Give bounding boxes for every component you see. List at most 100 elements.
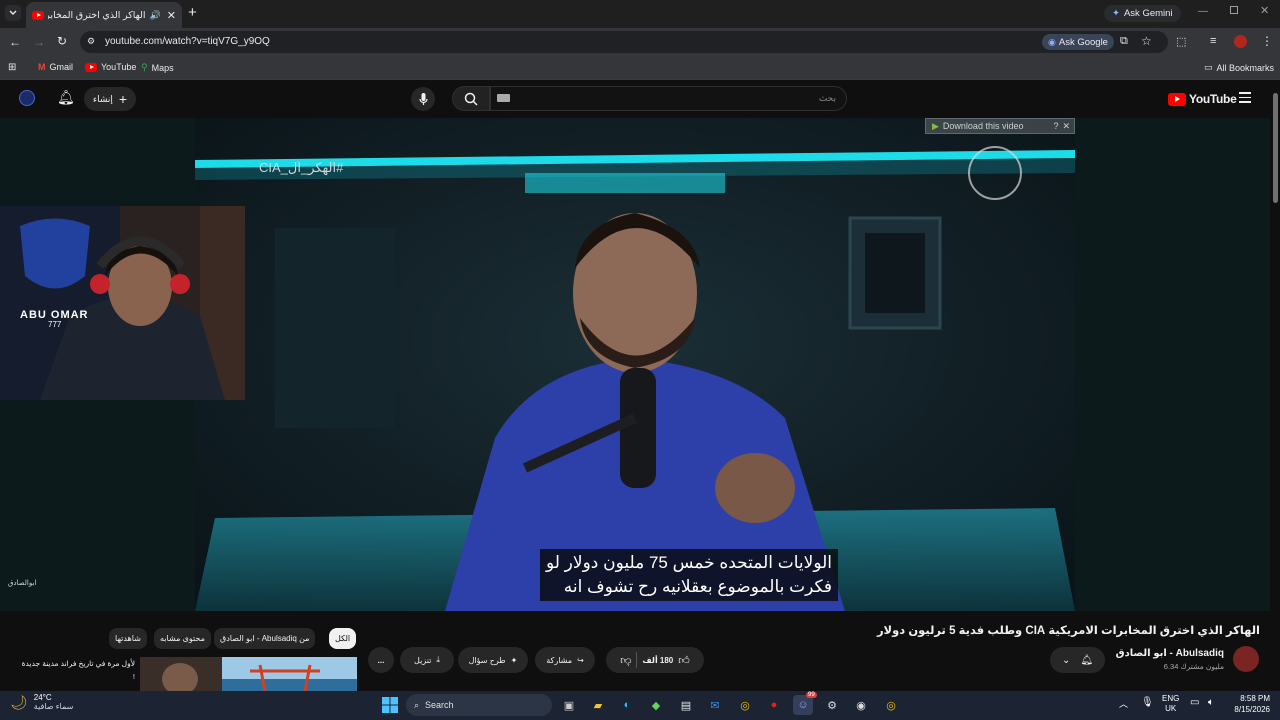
keyboard-icon[interactable] bbox=[497, 94, 510, 102]
account-avatar[interactable] bbox=[19, 90, 35, 106]
bookmark-youtube[interactable]: YouTube bbox=[85, 62, 136, 72]
close-window-button[interactable]: ✕ bbox=[1260, 4, 1269, 17]
maximize-button[interactable] bbox=[1230, 6, 1238, 14]
notifications-bell-icon[interactable]: 🔔︎ bbox=[57, 89, 75, 106]
url-text[interactable]: youtube.com/watch?v=tiqV7G_y9OQ bbox=[105, 36, 270, 47]
clock[interactable]: 8:58 PM 8/15/2026 bbox=[1225, 693, 1270, 715]
menu-kebab-icon[interactable]: ⋮ bbox=[1261, 34, 1273, 48]
help-icon[interactable]: ? bbox=[1053, 121, 1058, 131]
mail-icon[interactable]: ✉ bbox=[705, 695, 725, 715]
subscribe-bell-button[interactable]: ⌄ 🔔︎ bbox=[1050, 647, 1105, 673]
plus-icon: + bbox=[118, 91, 128, 107]
minimize-button[interactable]: — bbox=[1198, 6, 1208, 17]
youtube-icon bbox=[85, 62, 97, 72]
page-scrollbar[interactable] bbox=[1270, 81, 1280, 691]
guide-menu-icon[interactable] bbox=[1239, 92, 1251, 103]
like-count[interactable]: 180 ألف bbox=[642, 656, 673, 665]
more-actions-label: ... bbox=[377, 655, 385, 665]
new-tab-button[interactable]: + bbox=[188, 5, 197, 20]
maps-pin-icon: ⚲ bbox=[141, 62, 148, 72]
channel-avatar[interactable] bbox=[1233, 646, 1259, 672]
clock-time: 8:58 PM bbox=[1240, 694, 1270, 703]
site-info-icon[interactable]: ⚙ bbox=[87, 36, 99, 48]
bookmark-star-icon[interactable]: ☆ bbox=[1141, 34, 1152, 48]
share-button[interactable]: مشاركة ↪ bbox=[535, 647, 595, 673]
taskbar-search[interactable]: ⌕ Search bbox=[406, 694, 552, 716]
all-bookmarks[interactable]: ▭ All Bookmarks bbox=[1204, 62, 1274, 73]
chip-watched[interactable]: شاهدتها bbox=[109, 628, 147, 649]
recommended-title[interactable]: لأول مرة في تاريخ فراند مدينة جديدة ! bbox=[10, 657, 135, 683]
edge-icon[interactable]: ◐ bbox=[617, 695, 637, 715]
channel-name[interactable]: Abulsadiq - ابو الصادق bbox=[1090, 648, 1224, 659]
store-icon[interactable]: ▤ bbox=[676, 695, 696, 715]
voice-search-button[interactable] bbox=[411, 87, 435, 111]
subtitle-line-2: فكرت بالموضوع بعقلانيه رح تشوف انه bbox=[563, 577, 833, 596]
ask-gemini-button[interactable]: ✦ Ask Gemini bbox=[1104, 5, 1181, 22]
task-view-icon[interactable]: ▣ bbox=[559, 695, 579, 715]
moon-icon: 🌙︎ bbox=[10, 693, 28, 710]
search-icon bbox=[464, 92, 478, 106]
extensions-icon[interactable]: ⬚ bbox=[1176, 35, 1186, 48]
youtube-favicon-icon bbox=[32, 10, 44, 20]
chrome-alt-icon[interactable]: ◎ bbox=[881, 695, 901, 715]
chip-from-channel[interactable]: من Abulsadiq - ابو الصادق bbox=[214, 628, 316, 649]
tab-close-icon[interactable]: ✕ bbox=[167, 9, 176, 22]
forward-button[interactable]: → bbox=[33, 35, 45, 49]
network-icon[interactable]: ▭ bbox=[1190, 697, 1199, 708]
youtube-logo[interactable]: YouTube bbox=[1168, 92, 1237, 106]
video-player[interactable]: #الهكر_ال_CIA ▶ Download this video ? ✕ … bbox=[195, 118, 1075, 611]
search-input[interactable]: بحث bbox=[490, 86, 847, 111]
apps-grid-icon[interactable]: ⊞ bbox=[8, 62, 16, 73]
scrollbar-thumb[interactable] bbox=[1273, 93, 1278, 203]
all-bookmarks-label: All Bookmarks bbox=[1216, 62, 1275, 73]
media-icon[interactable]: ≡ bbox=[1210, 35, 1216, 47]
chip-from-channel-label: من Abulsadiq - ابو الصادق bbox=[220, 634, 310, 643]
speaker-icon[interactable]: 🔊 bbox=[150, 10, 161, 21]
more-actions-button[interactable]: ... bbox=[368, 647, 394, 673]
language-indicator[interactable]: ENG UK bbox=[1162, 694, 1179, 714]
like-dislike-group: 👎︎ 180 ألف 👍︎ bbox=[606, 647, 704, 673]
ask-button[interactable]: طرح سؤال ✦ bbox=[458, 647, 528, 673]
weather-widget[interactable]: 🌙︎ 24°C سماء صافية bbox=[10, 693, 73, 711]
steam-icon[interactable]: ⚙ bbox=[822, 695, 842, 715]
channel-watermark: ابوالصادق bbox=[8, 580, 37, 587]
chip-all-label: الكل bbox=[335, 634, 351, 643]
download-video-button[interactable]: ▶ Download this video ? ✕ bbox=[925, 118, 1075, 134]
subtitle-box: الولايات المتحده خمس 75 مليون دولار لو ف… bbox=[540, 549, 839, 601]
bookmarks-bar: ⊞ M Gmail YouTube ⚲ Maps ▭ All Bookmarks bbox=[0, 56, 1280, 80]
bookmark-gmail[interactable]: M Gmail bbox=[38, 62, 73, 72]
download-button[interactable]: تنزيل ⤓ bbox=[400, 647, 454, 673]
ask-google-button[interactable]: ◉ Ask Google bbox=[1042, 34, 1114, 50]
bookmark-gmail-label: Gmail bbox=[49, 62, 74, 72]
reload-button[interactable]: ↻ bbox=[57, 34, 67, 48]
app-circle-icon[interactable]: ◉ bbox=[851, 695, 871, 715]
profile-avatar[interactable] bbox=[1234, 35, 1247, 48]
lens-icon: ◉ bbox=[1048, 36, 1056, 47]
dislike-button[interactable]: 👎︎ bbox=[620, 654, 631, 667]
like-button[interactable]: 👍︎ bbox=[678, 654, 690, 667]
taskbar-search-label: Search bbox=[425, 700, 454, 710]
nvidia-icon[interactable]: ◆ bbox=[646, 695, 666, 715]
chip-all[interactable]: الكل bbox=[329, 628, 357, 649]
cast-icon[interactable]: ⧉ bbox=[1120, 35, 1128, 48]
close-download-icon[interactable]: ✕ bbox=[1062, 121, 1070, 132]
recommended-thumbnail[interactable] bbox=[140, 657, 357, 691]
tray-chevron-icon[interactable]: ︿ bbox=[1119, 697, 1128, 710]
app-red-icon[interactable]: ● bbox=[764, 695, 784, 715]
mic-tray-icon[interactable]: 🎙︎ bbox=[1141, 697, 1154, 708]
tab-search-button[interactable] bbox=[5, 5, 21, 21]
chip-related-label: محتوى مشابه bbox=[160, 634, 205, 643]
discord-icon[interactable]: ☺ bbox=[793, 695, 813, 715]
recommended-title-line-2: ! bbox=[132, 672, 135, 681]
file-explorer-icon[interactable]: ▰ bbox=[588, 695, 608, 715]
bookmark-maps[interactable]: ⚲ Maps bbox=[141, 62, 174, 73]
back-button[interactable]: ← bbox=[9, 35, 21, 49]
create-button[interactable]: إنشاء + bbox=[84, 87, 136, 111]
volume-icon[interactable]: 🔈︎ bbox=[1208, 697, 1214, 708]
search-button[interactable] bbox=[452, 86, 490, 111]
start-button[interactable] bbox=[380, 695, 400, 715]
browser-tab[interactable]: الهاكر الذي اخترق المخابرات ال 🔊 ✕ bbox=[26, 2, 182, 28]
chip-related[interactable]: محتوى مشابه bbox=[154, 628, 211, 649]
bookmark-maps-label: Maps bbox=[151, 62, 174, 73]
chrome-icon[interactable]: ◎ bbox=[735, 695, 755, 715]
